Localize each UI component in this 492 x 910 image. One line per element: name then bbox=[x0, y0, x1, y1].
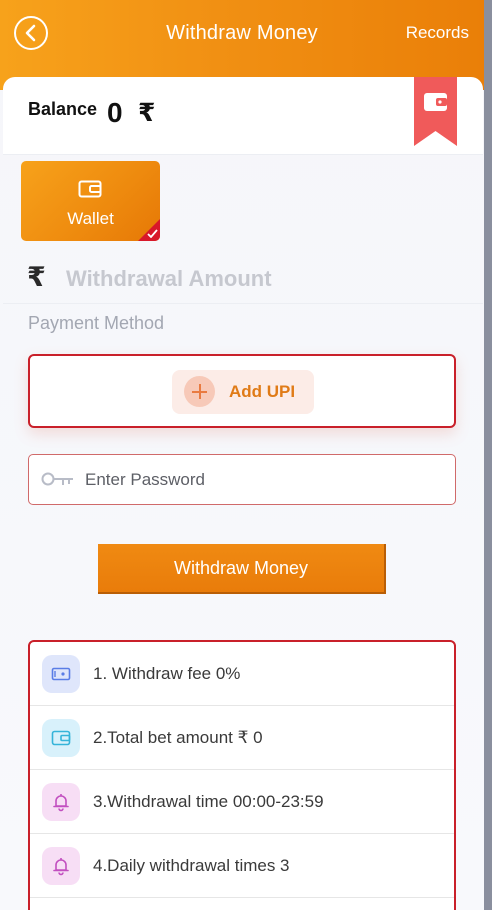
wallet-option[interactable]: Wallet bbox=[21, 161, 160, 241]
wallet-icon bbox=[42, 719, 80, 757]
wallet-ribbon-icon bbox=[414, 77, 457, 146]
add-upi-button[interactable]: Add UPI bbox=[172, 370, 314, 414]
balance-label: Balance bbox=[28, 99, 98, 119]
upi-section: Add UPI bbox=[28, 354, 456, 428]
balance-value: 0 bbox=[107, 97, 123, 128]
rule-text: 1. Withdraw fee 0% bbox=[93, 664, 241, 683]
section-divider bbox=[3, 154, 483, 155]
balance-card: Balance 0 ₹ bbox=[3, 77, 483, 154]
password-input[interactable] bbox=[85, 465, 445, 495]
withdrawal-amount-placeholder: Withdrawal Amount bbox=[66, 266, 272, 291]
amount-divider bbox=[3, 303, 483, 304]
rule-text: 3.Withdrawal time 00:00-23:59 bbox=[93, 792, 324, 811]
withdraw-money-button[interactable]: Withdraw Money bbox=[98, 544, 386, 594]
rupee-icon: ₹ bbox=[27, 262, 46, 292]
list-item: 4.Daily withdrawal times 3 bbox=[30, 834, 454, 898]
withdrawal-amount-field[interactable]: ₹ Withdrawal Amount bbox=[27, 262, 457, 296]
list-item: 1. Withdraw fee 0% bbox=[30, 642, 454, 706]
bell-icon bbox=[42, 847, 80, 885]
payment-method-label: Payment Method bbox=[28, 313, 165, 333]
key-icon bbox=[41, 472, 73, 486]
add-upi-label: Add UPI bbox=[229, 382, 296, 401]
rule-text: 4.Daily withdrawal times 3 bbox=[93, 856, 290, 875]
checkmark-icon bbox=[147, 229, 158, 238]
bell-icon bbox=[42, 783, 80, 821]
balance-currency: ₹ bbox=[138, 99, 156, 127]
password-field bbox=[28, 454, 456, 505]
wallet-icon bbox=[78, 180, 102, 198]
records-link[interactable]: Records bbox=[406, 23, 469, 43]
withdraw-page: Withdraw Money Records Balance 0 ₹ Walle… bbox=[0, 0, 484, 910]
rule-text: 2.Total bet amount ₹ 0 bbox=[93, 728, 263, 747]
plus-icon bbox=[184, 376, 215, 407]
cash-icon bbox=[42, 655, 80, 693]
withdraw-rules-list: 1. Withdraw fee 0% 2.Total bet amount ₹ … bbox=[28, 640, 456, 910]
list-item: 2.Total bet amount ₹ 0 bbox=[30, 706, 454, 770]
list-item: 3.Withdrawal time 00:00-23:59 bbox=[30, 770, 454, 834]
